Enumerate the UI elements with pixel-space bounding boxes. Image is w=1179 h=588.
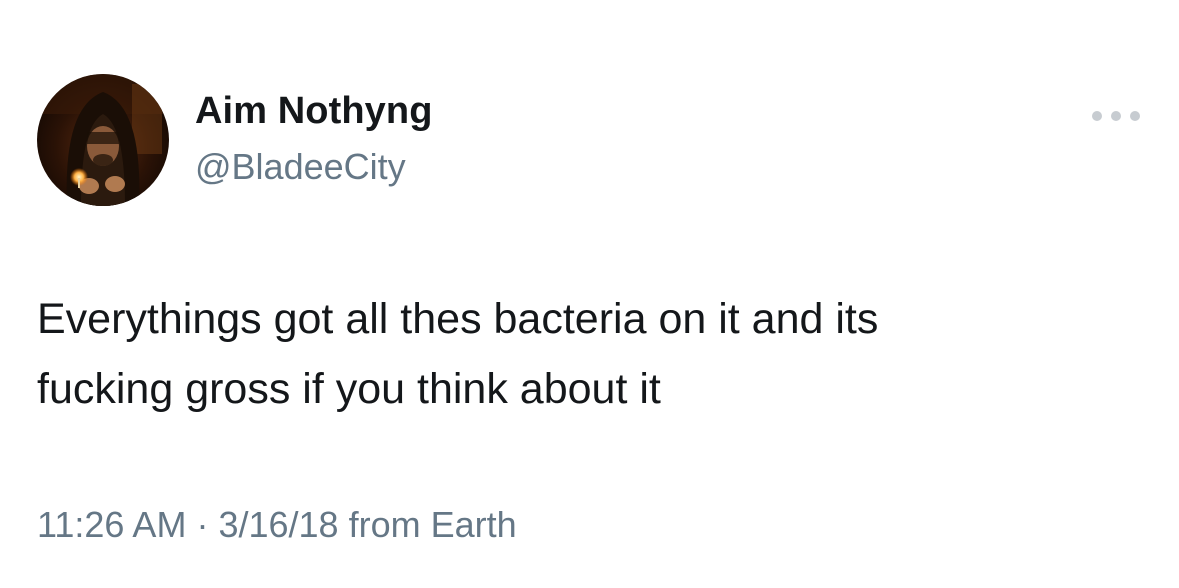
tweet-meta: 11:26 AM · 3/16/18 from Earth (37, 504, 517, 546)
tweet-card: Aim Nothyng @BladeeCity Everythings got … (0, 0, 1179, 588)
author-handle[interactable]: @BladeeCity (195, 146, 406, 188)
dot (1092, 111, 1102, 121)
tweet-source: from Earth (348, 504, 517, 545)
tweet-text-line-2: fucking gross if you think about it (37, 365, 661, 413)
avatar-image (37, 74, 169, 206)
dot (1111, 111, 1121, 121)
tweet-date[interactable]: 3/16/18 (218, 504, 338, 545)
dot (1130, 111, 1140, 121)
tweet-time[interactable]: 11:26 AM (37, 504, 186, 545)
more-dots-icon[interactable] (1092, 104, 1140, 128)
tweet-text-line-1: Everythings got all thes bacteria on it … (37, 295, 879, 343)
tweet-text: Everythings got all thes bacteria on it … (37, 284, 1147, 424)
meta-separator: · (196, 504, 209, 545)
avatar[interactable] (37, 74, 169, 206)
author-display-name[interactable]: Aim Nothyng (195, 90, 433, 133)
